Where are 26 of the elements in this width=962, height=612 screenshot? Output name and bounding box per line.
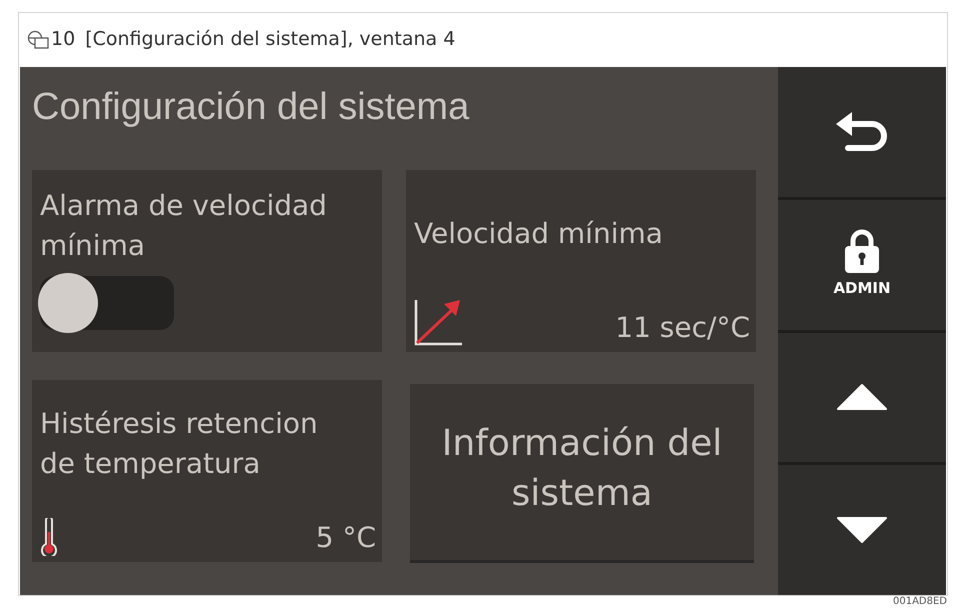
setting-tile[interactable]: Velocidad mínima 11 sec/°C — [406, 170, 756, 352]
toggle-switch[interactable] — [40, 276, 174, 330]
figure-caption: [Configuración del sistema], ventana 4 — [85, 27, 456, 52]
back-arrow-icon — [834, 110, 890, 154]
setting-tile[interactable]: Histéresis retencion de temperatura 5 °C — [32, 380, 382, 562]
figure-number: 10 — [51, 27, 76, 52]
admin-lock-button[interactable]: ADMIN — [778, 200, 946, 330]
back-button[interactable] — [778, 67, 946, 197]
tile-label: Alarma de velocidad mínima — [40, 188, 328, 264]
setting-tile[interactable]: Alarma de velocidad mínima — [32, 170, 382, 352]
tile-value: 11 sec/°C — [615, 310, 750, 346]
screen-title: Configuración del sistema — [32, 85, 470, 130]
figure-code: 001AD8ED — [892, 595, 947, 609]
tile-value: 5 °C — [316, 520, 376, 556]
figure-icon — [27, 30, 49, 50]
down-triangle-icon — [836, 516, 888, 544]
toggle-thumb — [38, 273, 98, 333]
rising-arrow-icon — [414, 298, 462, 346]
lock-icon — [845, 229, 879, 274]
tile-label: Velocidad mínima — [414, 216, 664, 252]
scroll-down-button[interactable] — [778, 465, 946, 595]
scroll-up-button[interactable] — [778, 332, 946, 462]
system-info-button[interactable]: Información del sistema — [410, 384, 754, 563]
up-triangle-icon — [836, 383, 888, 412]
thermometer-icon — [40, 518, 58, 556]
tile-label: Histéresis retencion de temperatura — [40, 406, 319, 482]
